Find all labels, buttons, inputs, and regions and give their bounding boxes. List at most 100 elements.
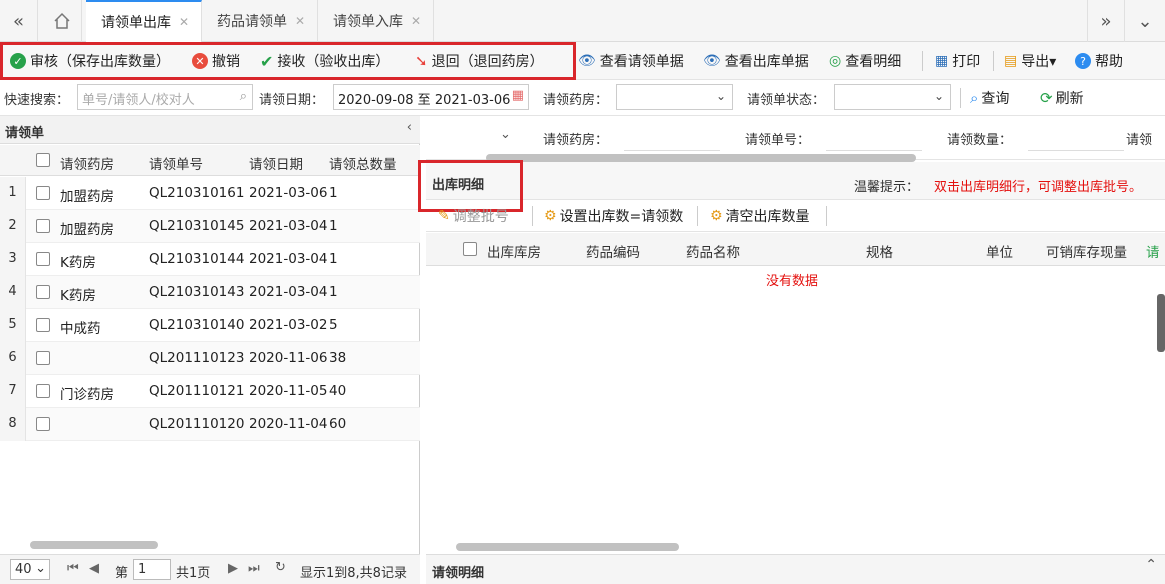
form-field[interactable] bbox=[1028, 150, 1124, 151]
row-checkbox[interactable] bbox=[36, 417, 50, 431]
scroll-left-icon[interactable]: « bbox=[0, 0, 38, 42]
view-detail-button[interactable]: ◎ 查看明细 bbox=[829, 52, 901, 70]
reload-icon[interactable]: ↻ bbox=[275, 560, 286, 575]
horizontal-scrollbar[interactable] bbox=[30, 541, 158, 549]
close-icon[interactable]: ✕ bbox=[295, 14, 305, 28]
calendar-icon[interactable]: ▦ bbox=[512, 88, 524, 103]
table-row[interactable]: 5 中成药 QL210310140 2021-03-02 5 bbox=[0, 309, 420, 342]
record-summary: 显示1到8,共8记录 bbox=[300, 566, 407, 581]
table-row[interactable]: 3 K药房 QL210310144 2021-03-04 1 bbox=[0, 243, 420, 276]
row-checkbox[interactable] bbox=[36, 219, 50, 233]
panel-title: 请领单 bbox=[5, 126, 45, 141]
form-label: 请领 bbox=[1126, 133, 1153, 148]
collapse-icon[interactable]: ‹ bbox=[407, 120, 412, 135]
tab-request-outbound[interactable]: 请领单出库 ✕ bbox=[86, 0, 202, 42]
row-checkbox[interactable] bbox=[36, 285, 50, 299]
search-icon: ⌕ bbox=[239, 89, 247, 104]
column-header[interactable]: 药品编码 bbox=[586, 241, 640, 261]
request-no-cell: QL201110123 bbox=[149, 350, 245, 366]
request-no-cell: QL210310140 bbox=[149, 317, 245, 333]
table-row[interactable]: 7 门诊药房 QL201110121 2020-11-05 40 bbox=[0, 375, 420, 408]
row-number: 8 bbox=[0, 408, 26, 441]
close-icon[interactable]: ✕ bbox=[411, 14, 421, 28]
row-checkbox[interactable] bbox=[36, 252, 50, 266]
row-number: 5 bbox=[0, 309, 26, 342]
column-header[interactable]: 请领日期 bbox=[249, 153, 303, 173]
column-header[interactable]: 请领单号 bbox=[149, 153, 203, 173]
table-row[interactable]: 8 QL201110120 2020-11-04 60 bbox=[0, 408, 420, 441]
set-quantity-button[interactable]: ⚙ 设置出库数=请领数 bbox=[544, 207, 683, 225]
pharmacy-cell: 中成药 bbox=[60, 321, 101, 337]
total-pages: 共1页 bbox=[176, 566, 211, 581]
home-icon[interactable] bbox=[42, 0, 82, 42]
pharmacy-cell: 门诊药房 bbox=[60, 387, 114, 403]
row-number: 2 bbox=[0, 210, 26, 243]
query-button[interactable]: ⌕ 查询 bbox=[970, 89, 1009, 107]
row-checkbox[interactable] bbox=[36, 186, 50, 200]
row-number: 4 bbox=[0, 276, 26, 309]
adjust-batch-button[interactable]: ✎ 调整批号 bbox=[438, 207, 509, 225]
select-all-checkbox[interactable] bbox=[463, 242, 477, 256]
chevron-down-icon[interactable]: ⌄ bbox=[1125, 0, 1165, 42]
table-row[interactable]: 2 加盟药房 QL210310145 2021-03-04 1 bbox=[0, 210, 420, 243]
row-checkbox[interactable] bbox=[36, 351, 50, 365]
clear-quantity-button[interactable]: ⚙ 清空出库数量 bbox=[710, 207, 810, 225]
close-icon[interactable]: ✕ bbox=[179, 15, 189, 29]
table-row[interactable]: 6 QL201110123 2020-11-06 38 bbox=[0, 342, 420, 375]
divider bbox=[922, 51, 923, 71]
quantity-cell: 1 bbox=[329, 251, 338, 267]
quantity-cell: 5 bbox=[329, 317, 338, 333]
chevron-down-icon[interactable]: ⌄ bbox=[500, 127, 511, 142]
column-header[interactable]: 请领总数量 bbox=[329, 153, 397, 173]
quick-search-input[interactable]: 单号/请领人/校对人 ⌕ bbox=[77, 84, 253, 110]
horizontal-scrollbar[interactable] bbox=[456, 543, 679, 551]
horizontal-scrollbar[interactable] bbox=[486, 154, 916, 162]
prev-page-icon[interactable]: ◀ bbox=[89, 561, 99, 576]
refresh-button[interactable]: ⟳ 刷新 bbox=[1040, 89, 1084, 107]
page-number-input[interactable]: 1 bbox=[133, 559, 171, 580]
tab-bar: « 请领单出库 ✕ 药品请领单 ✕ 请领单入库 ✕ » ⌄ bbox=[0, 0, 1165, 42]
expand-icon[interactable]: ⌃ bbox=[1145, 557, 1157, 573]
column-header[interactable]: 单位 bbox=[986, 241, 1013, 261]
eye-icon: 👁 bbox=[578, 53, 596, 69]
status-select[interactable]: ⌄ bbox=[834, 84, 951, 110]
date-range-input[interactable]: 2020-09-08 至 2021-03-06 ▦ bbox=[333, 84, 529, 110]
next-page-icon[interactable]: ▶ bbox=[228, 561, 238, 576]
date-cell: 2021-03-04 bbox=[249, 251, 328, 267]
status-label: 请领单状态： bbox=[747, 93, 826, 108]
table-row[interactable]: 4 K药房 QL210310143 2021-03-04 1 bbox=[0, 276, 420, 309]
quantity-cell: 60 bbox=[329, 416, 347, 432]
panel-header: 请领单 ‹ bbox=[0, 116, 420, 144]
select-all-checkbox[interactable] bbox=[36, 153, 50, 167]
view-request-button[interactable]: 👁 查看请领单据 bbox=[578, 52, 684, 70]
form-field[interactable] bbox=[826, 150, 922, 151]
tab-drug-request[interactable]: 药品请领单 ✕ bbox=[202, 0, 318, 42]
column-header[interactable]: 请领药房 bbox=[60, 153, 114, 173]
tab-request-inbound[interactable]: 请领单入库 ✕ bbox=[318, 0, 434, 42]
vertical-scrollbar[interactable] bbox=[1157, 294, 1165, 352]
column-header[interactable]: 请 bbox=[1146, 241, 1160, 261]
request-list-panel: 请领单 ‹ 请领药房 请领单号 请领日期 请领总数量 1 加盟药房 QL210310… bbox=[0, 116, 420, 554]
form-field[interactable] bbox=[624, 150, 720, 151]
chevron-down-icon: ⌄ bbox=[933, 89, 944, 103]
page-size-select[interactable]: 40 ⌄ bbox=[10, 559, 50, 580]
help-button[interactable]: ? 帮助 bbox=[1075, 52, 1123, 70]
view-outbound-button[interactable]: 👁 查看出库单据 bbox=[703, 52, 809, 70]
divider bbox=[826, 206, 827, 226]
first-page-icon[interactable]: ⏮ bbox=[67, 561, 79, 576]
column-header[interactable]: 可销库存现量 bbox=[1046, 241, 1127, 261]
date-cell: 2021-03-04 bbox=[249, 284, 328, 300]
column-header[interactable]: 规格 bbox=[866, 241, 893, 261]
print-button[interactable]: ▦ 打印 bbox=[935, 52, 980, 70]
row-checkbox[interactable] bbox=[36, 318, 50, 332]
column-header[interactable]: 出库库房 bbox=[487, 241, 541, 261]
footer-title: 请领明细 bbox=[432, 566, 485, 581]
empty-message: 没有数据 bbox=[766, 274, 819, 289]
scroll-right-icon[interactable]: » bbox=[1087, 0, 1125, 42]
pharmacy-select[interactable]: ⌄ bbox=[616, 84, 733, 110]
table-row[interactable]: 1 加盟药房 QL210310161 2021-03-06 1 bbox=[0, 177, 420, 210]
row-checkbox[interactable] bbox=[36, 384, 50, 398]
last-page-icon[interactable]: ⏭ bbox=[248, 561, 260, 576]
export-button[interactable]: ▤ 导出▾ bbox=[1004, 52, 1056, 70]
column-header[interactable]: 药品名称 bbox=[686, 241, 740, 261]
